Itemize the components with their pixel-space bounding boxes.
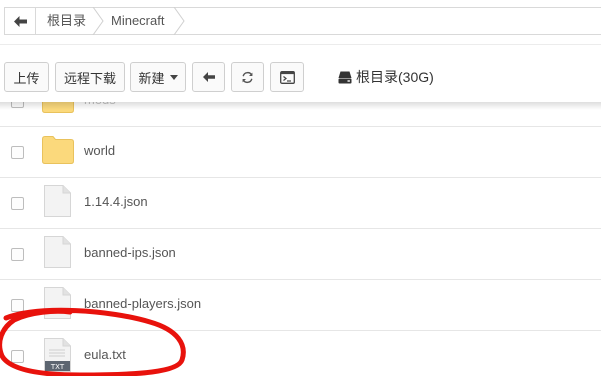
row-checkbox[interactable] [11,350,24,363]
remote-download-button-label: 远程下载 [63,70,116,86]
file-icon [44,287,71,319]
back-button[interactable] [192,62,225,92]
breadcrumb-item-minecraft[interactable]: Minecraft [111,8,164,34]
breadcrumb: 根目录 Minecraft [4,7,601,35]
row-checkbox[interactable] [11,299,24,312]
file-row-eula-txt[interactable]: TXT eula.txt [0,331,601,376]
file-name[interactable]: banned-players.json [84,296,201,311]
file-type-badge: TXT [50,363,65,371]
row-checkbox[interactable] [11,102,24,108]
chevron-down-icon [169,74,178,80]
breadcrumb-bar: 根目录 Minecraft [0,0,601,44]
file-name[interactable]: banned-ips.json [84,245,176,260]
file-row-world[interactable]: world [0,127,601,178]
toolbar: 上传 远程下载 新建 根目录(30G) [0,44,601,102]
breadcrumb-separator [173,7,185,35]
file-icon [44,236,71,268]
file-name[interactable]: mods [84,102,116,107]
hard-drive-icon [338,71,352,83]
file-row-1-14-4-json[interactable]: 1.14.4.json [0,178,601,229]
file-name[interactable]: world [84,143,115,158]
breadcrumb-separator [92,7,104,35]
breadcrumb-item-root[interactable]: 根目录 [47,8,86,34]
folder-icon [42,102,74,113]
breadcrumb-back-button[interactable] [5,8,36,34]
file-row-banned-ips-json[interactable]: banned-ips.json [0,229,601,280]
row-checkbox[interactable] [11,197,24,210]
file-row-banned-players-json[interactable]: banned-players.json [0,280,601,331]
terminal-icon [279,70,295,84]
disk-info: 根目录(30G) [338,67,434,87]
file-name[interactable]: eula.txt [84,347,126,362]
terminal-button[interactable] [270,62,304,92]
file-row-mods[interactable]: mods [0,102,601,127]
new-dropdown-button[interactable]: 新建 [130,62,186,92]
refresh-button[interactable] [231,62,264,92]
arrow-left-icon [202,72,215,82]
file-list: mods world 1.14.4.json banned-ips.json [0,102,601,376]
disk-label: 根目录(30G) [356,69,434,85]
row-checkbox[interactable] [11,248,24,261]
upload-button-label: 上传 [13,70,40,86]
refresh-icon [242,71,253,83]
remote-download-button[interactable]: 远程下载 [55,62,125,92]
folder-icon [42,136,74,164]
arrow-left-icon [13,15,27,27]
file-icon [44,185,71,217]
new-button-label: 新建 [138,70,165,86]
upload-button[interactable]: 上传 [4,62,49,92]
row-checkbox[interactable] [11,146,24,159]
file-name[interactable]: 1.14.4.json [84,194,148,209]
